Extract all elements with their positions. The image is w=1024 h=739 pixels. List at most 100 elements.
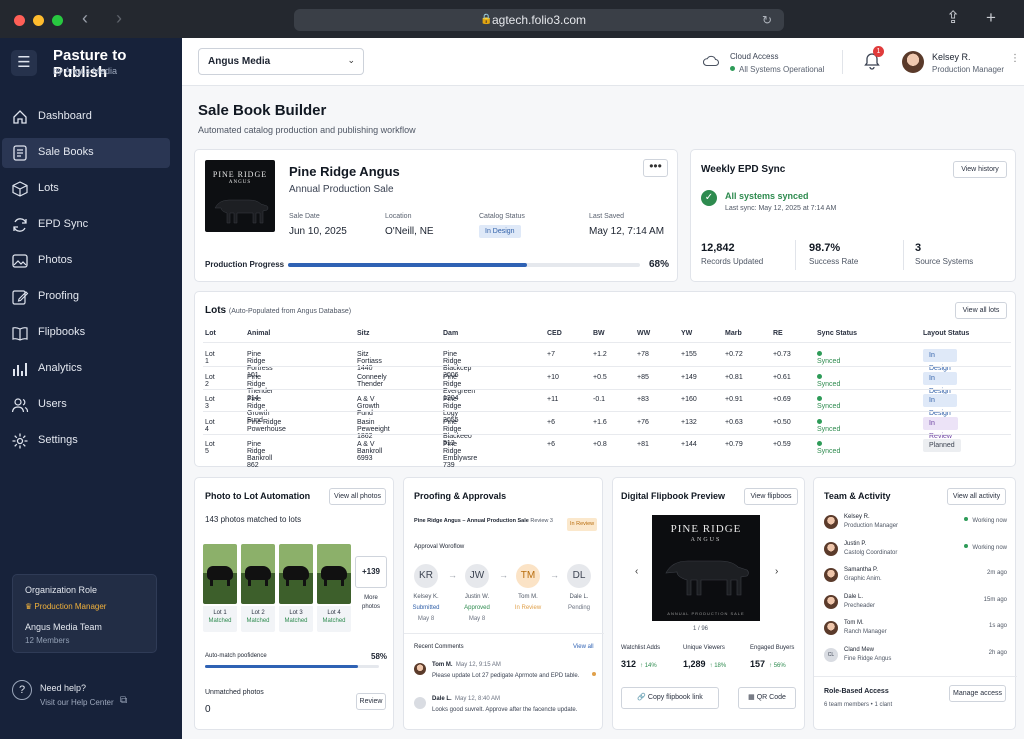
view-all-photos-button[interactable]: View all photos: [329, 488, 386, 505]
online-dot-icon: [964, 517, 969, 521]
view-flipbooks-button[interactable]: View flipboos: [744, 488, 798, 505]
table-cell: +149: [681, 373, 697, 381]
sidebar-item-label: Analytics: [38, 362, 83, 374]
sync-status: Synced: [817, 351, 840, 365]
flipbook-cover-image[interactable]: PINE RIDGE ANGUS ANNUAL PRODUCTION SALE: [652, 515, 760, 621]
team-member-name: Dale L.: [844, 593, 864, 600]
sidebar-item-lots[interactable]: Lots: [2, 174, 170, 204]
share-icon[interactable]: ⇪: [946, 8, 960, 28]
reload-icon[interactable]: ↻: [762, 9, 772, 31]
maximize-window-dot[interactable]: [52, 15, 63, 26]
lot-photo-thumbnail[interactable]: [203, 544, 237, 604]
sidebar-item-flipbooks[interactable]: Flipbooks: [2, 318, 170, 348]
team-member-avatar[interactable]: [824, 621, 838, 635]
records-updated-label: Records Updated: [701, 257, 764, 266]
sidebar-item-label: Sale Books: [38, 146, 94, 158]
sidebar-item-settings[interactable]: Settings: [2, 426, 170, 456]
proofing-title: Proofing & Approvals: [414, 491, 507, 501]
organization-select[interactable]: Angus Media ⌄: [198, 48, 364, 75]
approval-date: May 8: [468, 616, 486, 622]
next-page-icon[interactable]: ›: [775, 566, 778, 577]
cow-leg: [227, 578, 230, 586]
unique-viewers-value: 1,289 ↑ 18%: [683, 659, 727, 669]
address-bar[interactable]: 🔒 agtech.folio3.com ↻: [294, 9, 784, 31]
table-cell: +0.5: [593, 373, 607, 381]
approval-step-avatar[interactable]: TM: [516, 564, 540, 588]
table-cell: +0.81: [725, 373, 743, 381]
team-member-name: Kelsey R.: [844, 514, 870, 520]
sidebar-item-epd-sync[interactable]: EPD Sync: [2, 210, 170, 240]
approval-step-avatar[interactable]: DL: [567, 564, 591, 588]
approver-name: Tom M.: [518, 594, 538, 600]
flipbook-cover-title: PINE RIDGE: [670, 523, 742, 535]
table-cell: +160: [681, 396, 697, 404]
last-saved-label: Last Saved: [589, 213, 625, 220]
photos-matched-count: 143 photos matched to lots: [205, 515, 302, 524]
team-member-avatar[interactable]: CL: [824, 647, 838, 662]
team-member-avatar[interactable]: [824, 515, 838, 529]
view-all-activity-button[interactable]: View all activity: [947, 488, 1006, 505]
user-avatar[interactable]: [902, 51, 924, 73]
team-member-avatar[interactable]: [824, 568, 838, 582]
prev-page-icon[interactable]: ‹: [635, 566, 638, 577]
more-vertical-icon[interactable]: ⋮: [1010, 53, 1020, 64]
sidebar-item-label: EPD Sync: [38, 218, 89, 230]
forward-arrow-icon[interactable]: ›: [116, 8, 122, 29]
cow-leg: [248, 578, 251, 586]
view-history-button[interactable]: View history: [953, 161, 1007, 178]
sidebar-item-sale-books[interactable]: Sale Books: [2, 138, 170, 168]
sidebar-item-label: Settings: [38, 434, 78, 446]
success-rate-label: Success Rate: [809, 257, 859, 266]
hamburger-menu-icon[interactable]: ☰: [11, 50, 37, 76]
qr-code-button[interactable]: ▦ QR Code: [738, 687, 796, 709]
source-systems-value: 3: [915, 242, 922, 254]
comments-view-all-link[interactable]: View all: [573, 644, 594, 650]
sync-icon: [13, 218, 27, 232]
main-content: Sale Book Builder Automated catalog prod…: [182, 86, 1024, 739]
approval-step-avatar[interactable]: JW: [465, 564, 489, 588]
sync-status: Synced: [817, 396, 840, 410]
lot-photo-thumbnail[interactable]: [317, 544, 351, 604]
close-window-dot[interactable]: [14, 15, 25, 26]
records-updated-value: 12,842: [701, 242, 735, 254]
lots-card: Lots (Auto-Populated from Angus Database…: [194, 291, 1016, 470]
more-photos-button[interactable]: +139: [355, 556, 387, 588]
sidebar-item-dashboard[interactable]: Dashboard: [2, 102, 170, 132]
column-header: Lot: [205, 330, 216, 337]
team-member-role: Fine Ridge Angus: [844, 655, 892, 662]
sidebar-item-analytics[interactable]: Analytics: [2, 354, 170, 384]
qr-code-icon: ▦: [748, 694, 755, 701]
online-dot-icon: [964, 543, 969, 548]
lot-photo-thumbnail[interactable]: [241, 544, 275, 604]
table-cell: Lot 5: [205, 441, 215, 456]
team-member-role: Castolg Coordinator: [844, 549, 898, 556]
table-cell: Pine Ridge Emblywsre 739: [443, 441, 478, 470]
external-link-icon[interactable]: ⧉: [120, 695, 127, 706]
back-arrow-icon[interactable]: ‹: [82, 8, 88, 29]
more-options-button[interactable]: •••: [643, 159, 668, 177]
link-icon: 🔗: [637, 694, 646, 701]
team-member-status: 1s ago: [988, 623, 1007, 629]
team-member-avatar[interactable]: [824, 541, 838, 556]
approval-step-avatar[interactable]: KR: [414, 564, 438, 588]
help-icon[interactable]: ?: [12, 680, 32, 700]
proofing-card: Proofing & Approvals Pine Ridge Angus – …: [403, 477, 604, 730]
team-member-avatar[interactable]: [824, 594, 838, 609]
approval-status: Approved: [464, 605, 490, 611]
layout-status-badge: In Design: [923, 349, 957, 372]
copy-flipbook-link-button[interactable]: 🔗 Copy flipbook link: [621, 687, 719, 709]
sidebar-item-users[interactable]: Users: [2, 390, 170, 420]
status-dot-icon: [817, 396, 822, 402]
lot-photo-thumbnail[interactable]: [279, 544, 313, 604]
confidence-fill: [205, 665, 359, 668]
sidebar-item-photos[interactable]: Photos: [2, 246, 170, 276]
manage-access-button[interactable]: Manage access: [949, 685, 1006, 702]
new-tab-icon[interactable]: +: [986, 8, 996, 28]
view-all-lots-button[interactable]: View all lots: [955, 302, 1007, 319]
minimize-window-dot[interactable]: [33, 15, 44, 26]
sidebar-item-proofing[interactable]: Proofing: [2, 282, 170, 312]
column-header: Dam: [443, 330, 459, 337]
help-center-link[interactable]: Visit our Help Center: [40, 698, 114, 707]
review-button[interactable]: Review: [356, 693, 386, 710]
catalog-cover-image[interactable]: PINE RIDGE ANGUS: [205, 160, 275, 232]
